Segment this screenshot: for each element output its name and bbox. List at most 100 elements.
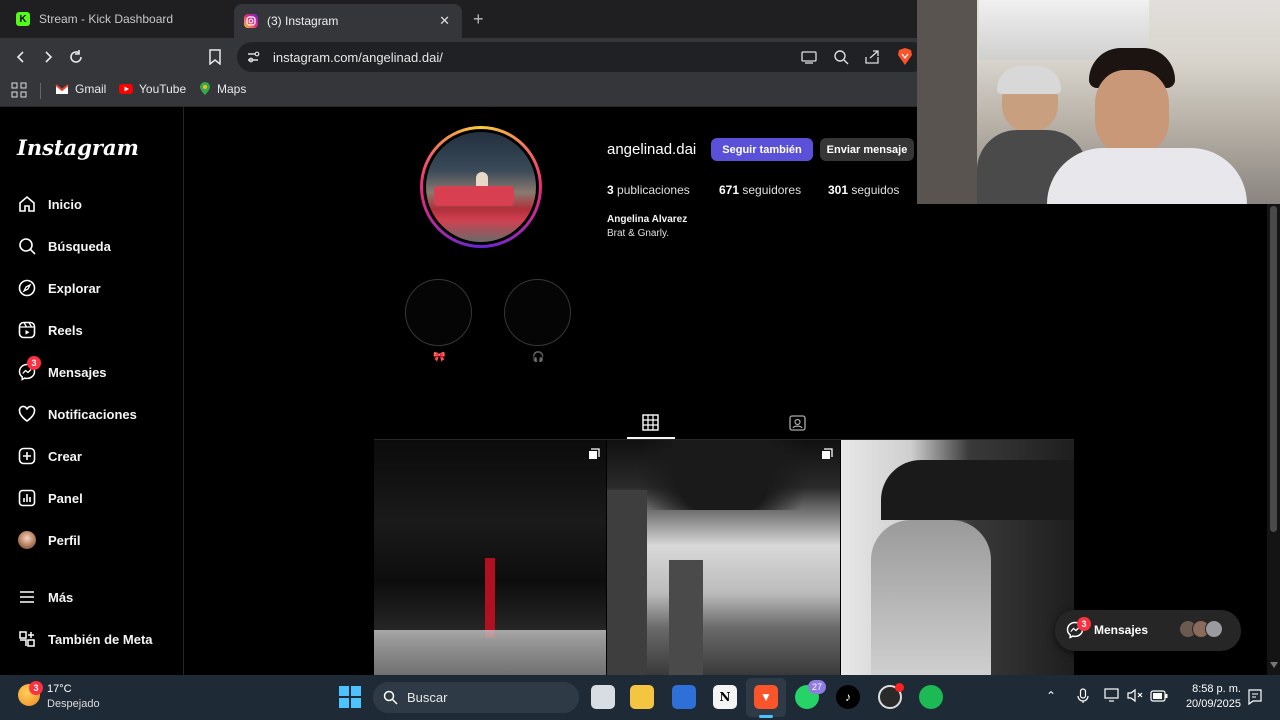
instagram-tab-icon <box>244 14 258 28</box>
bookmark-divider <box>40 83 41 99</box>
scrollbar-thumb[interactable] <box>1270 206 1277 532</box>
menu-icon <box>17 587 37 607</box>
weather-badge: 3 <box>29 681 43 695</box>
forward-button[interactable] <box>37 46 59 68</box>
youtube-icon <box>119 84 133 94</box>
bookmark-maps[interactable]: Maps <box>199 82 246 96</box>
profile-full-name: Angelina Alvarez <box>607 214 688 225</box>
instagram-logo[interactable]: Instagram <box>17 135 139 160</box>
show-hidden-icons[interactable]: ⌃ <box>1046 689 1056 703</box>
sidebar-item-crear[interactable]: Crear <box>17 444 82 468</box>
highlight-label: 🎀 <box>433 352 446 363</box>
post-thumbnail[interactable] <box>374 440 606 675</box>
notification-center-icon[interactable] <box>1248 689 1262 710</box>
sidebar-item-mensajes[interactable]: 3 Mensajes <box>17 356 107 384</box>
sidebar-item-explorar[interactable]: Explorar <box>17 276 101 300</box>
post-thumbnail[interactable] <box>607 440 840 675</box>
highlight-circle[interactable] <box>405 279 472 346</box>
stat-followers[interactable]: 671 seguidores <box>719 183 801 197</box>
forward-arrow-icon <box>45 51 53 63</box>
page-scrollbar[interactable] <box>1267 204 1280 675</box>
clock-date[interactable]: 20/09/2025 <box>1176 698 1241 710</box>
spotify-icon[interactable] <box>919 685 943 709</box>
heart-icon <box>17 404 37 424</box>
microphone-icon[interactable] <box>1077 688 1089 709</box>
profile-story-ring[interactable] <box>420 126 542 248</box>
post-thumbnail[interactable] <box>841 440 1074 675</box>
taskbar-search[interactable]: Buscar <box>373 682 579 713</box>
windows-start-icon[interactable] <box>339 686 361 713</box>
tiktok-icon[interactable]: ♪ <box>836 685 860 709</box>
apps-grid-icon[interactable] <box>11 82 27 103</box>
stat-following[interactable]: 301 seguidos <box>828 183 899 197</box>
send-message-button[interactable]: Enviar mensaje <box>820 138 914 161</box>
home-icon <box>17 194 37 214</box>
close-tab-icon[interactable]: ✕ <box>439 13 450 29</box>
notion-icon[interactable]: N <box>713 685 737 709</box>
tab-label: Stream - Kick Dashboard <box>39 12 174 26</box>
sidebar-item-mas[interactable]: Más <box>17 585 73 609</box>
bookmark-gmail[interactable]: Gmail <box>55 82 106 96</box>
church-tower-shape <box>669 560 703 675</box>
battery-icon[interactable] <box>1150 689 1168 707</box>
bookmark-icon <box>209 49 221 65</box>
sidebar-item-notificaciones[interactable]: Notificaciones <box>17 402 137 426</box>
bookmark-youtube[interactable]: YouTube <box>119 82 186 96</box>
follow-back-button[interactable]: Seguir también <box>711 138 813 161</box>
tab-instagram[interactable]: (3) Instagram ✕ <box>234 4 462 38</box>
task-view-icon[interactable] <box>591 685 615 709</box>
plus-icon <box>17 446 37 466</box>
profile-username: angelinad.dai <box>607 141 697 158</box>
weather-desc[interactable]: Despejado <box>47 698 100 710</box>
active-tab-indicator <box>627 437 675 439</box>
messages-badge: 3 <box>1077 617 1091 631</box>
sidebar-item-busqueda[interactable]: Búsqueda <box>17 234 111 258</box>
messages-popup[interactable]: 3 Mensajes <box>1055 610 1241 651</box>
highlight-circle[interactable] <box>504 279 571 346</box>
avatar <box>1205 620 1223 638</box>
share-icon[interactable] <box>864 49 880 70</box>
sidebar-item-reels[interactable]: Reels <box>17 318 83 342</box>
gmail-icon <box>55 84 69 94</box>
file-explorer-icon[interactable] <box>630 685 654 709</box>
weather-temp[interactable]: 17°C <box>47 683 72 695</box>
sidebar-item-label: Crear <box>48 448 82 464</box>
windows-taskbar: 3 17°C Despejado Buscar N ▼ 27 ♪ ⌃ 8:58 … <box>0 675 1280 720</box>
reload-button[interactable] <box>65 46 87 68</box>
sidebar-item-perfil[interactable]: Perfil <box>17 528 81 552</box>
sidebar-item-tambien-de-meta[interactable]: También de Meta <box>17 627 153 651</box>
bookmark-label: Maps <box>217 82 247 96</box>
kick-icon: K <box>16 12 30 26</box>
search-icon <box>383 690 398 705</box>
brave-shield-icon[interactable] <box>897 48 913 71</box>
messages-popup-label: Mensajes <box>1094 623 1149 637</box>
bookmark-page-button[interactable] <box>204 46 226 68</box>
webcam-overlay <box>917 0 1280 204</box>
tab-posts-grid[interactable] <box>642 414 659 436</box>
cast-icon[interactable] <box>801 50 817 69</box>
back-arrow-icon <box>16 51 24 63</box>
meta-icon <box>17 629 37 649</box>
bookmark-label: YouTube <box>139 82 187 96</box>
reels-icon <box>17 320 37 340</box>
brave-browser-icon[interactable]: ▼ <box>754 685 778 709</box>
address-bar[interactable]: instagram.com/angelinad.dai/ <box>237 42 927 72</box>
tab-kick-dashboard[interactable]: K Stream - Kick Dashboard <box>6 4 232 34</box>
tab-tagged[interactable] <box>789 414 806 436</box>
grid-icon <box>642 414 659 431</box>
bookmark-label: Gmail <box>75 82 107 96</box>
back-button[interactable] <box>10 46 32 68</box>
scroll-down-icon[interactable] <box>1270 662 1278 668</box>
clock-time[interactable]: 8:58 p. m. <box>1181 683 1241 695</box>
sidebar-item-panel[interactable]: Panel <box>17 486 83 510</box>
highlight-label: 🎧 <box>532 352 545 363</box>
network-icon[interactable] <box>1104 688 1121 708</box>
volume-muted-icon[interactable] <box>1127 688 1144 708</box>
sidebar-item-label: Búsqueda <box>48 238 111 254</box>
microsoft-store-icon[interactable] <box>672 685 696 709</box>
sidebar-item-inicio[interactable]: Inicio <box>17 192 82 216</box>
zoom-icon[interactable] <box>833 49 849 70</box>
new-tab-button[interactable]: + <box>473 9 484 30</box>
sidebar-item-label: Notificaciones <box>48 406 137 422</box>
person-head <box>1095 70 1169 154</box>
